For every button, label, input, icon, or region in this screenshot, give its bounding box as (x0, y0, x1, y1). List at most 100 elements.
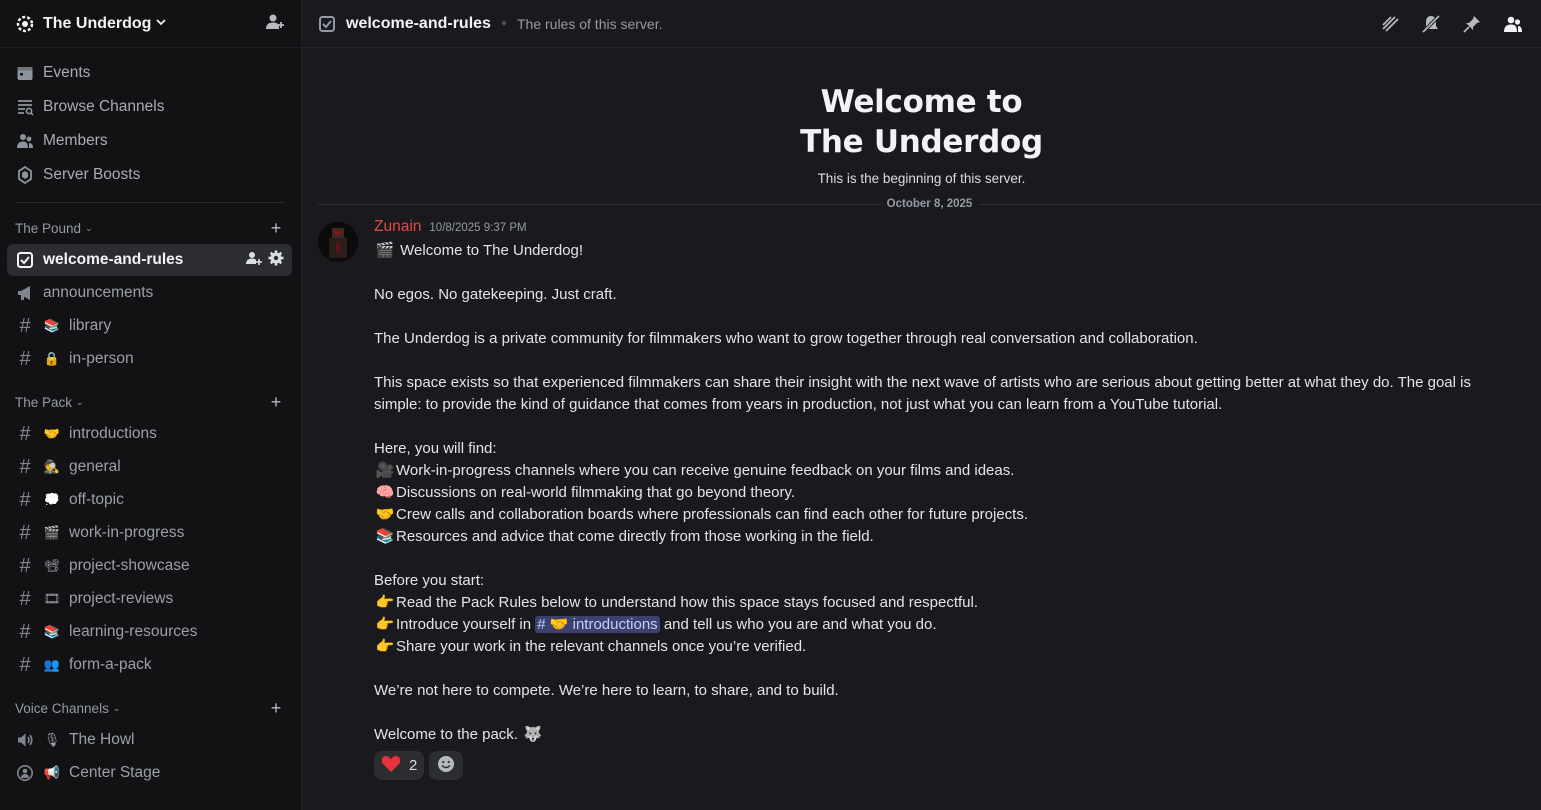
channel-label: learning-resources (69, 623, 198, 640)
nav-browse-channels[interactable]: Browse Channels (0, 90, 301, 124)
channel-form-a-pack[interactable]: # 👥 form-a-pack (7, 649, 292, 681)
message-text: We’re not here to compete. We’re here to… (374, 682, 839, 699)
lock-emoji-icon: 🔒 (43, 351, 61, 366)
message-text: No egos. No gatekeeping. Just craft. (374, 286, 617, 303)
nav-label: Browse Channels (43, 98, 165, 115)
chevron-down-icon (155, 15, 167, 32)
channel-general[interactable]: # 🕵 general (7, 451, 292, 483)
heart-icon (381, 755, 401, 777)
notification-muted-icon[interactable] (1419, 12, 1443, 36)
speaker-icon (15, 730, 35, 750)
message-text: simple: to provide the kind of guidance … (374, 396, 1223, 413)
nav-events[interactable]: Events (0, 56, 301, 90)
message-author[interactable]: Zunain (374, 218, 421, 236)
channel-learning-resources[interactable]: # 📚 learning-resources (7, 616, 292, 648)
channel-center-stage[interactable]: 📢 Center Stage (7, 757, 292, 789)
channel-label: general (69, 458, 121, 475)
category-the-pound[interactable]: The Pound ⌄ + (0, 213, 301, 243)
message-text: The Underdog is a private community for … (374, 330, 1198, 347)
pointing-emoji-icon: 👉 (375, 594, 395, 611)
nav-label: Members (43, 132, 108, 149)
loudspeaker-emoji-icon: 📢 (43, 765, 61, 780)
hash-icon: # (19, 588, 31, 610)
sidebar-divider (16, 202, 285, 203)
channel-topic[interactable]: The rules of this server. (517, 16, 663, 32)
thought-bubble-emoji-icon: 💭 (43, 492, 61, 507)
channel-off-topic[interactable]: # 💭 off-topic (7, 484, 292, 516)
add-channel-icon[interactable]: + (266, 699, 286, 717)
brain-emoji-icon: 🧠 (375, 484, 395, 501)
list-item: 🎥 Work-in-progress channels where you can… (374, 460, 1511, 482)
list-item-text: Resources and advice that come directly … (396, 528, 874, 545)
hash-icon: # (19, 522, 31, 544)
channel-label: welcome-and-rules (43, 251, 184, 268)
category-voice-channels[interactable]: Voice Channels ⌄ + (0, 693, 301, 723)
add-channel-icon[interactable]: + (266, 219, 286, 237)
list-item: 🧠 Discussions on real-world filmmaking th… (374, 482, 1511, 504)
channel-label: off-topic (69, 491, 124, 508)
channel-title: welcome-and-rules (346, 14, 491, 32)
message: Zunain 10/8/2025 9:37 PM 🎬 Welcome to Th… (302, 218, 1541, 780)
megaphone-icon (15, 283, 35, 303)
books-emoji-icon: 📚 (43, 318, 61, 333)
projector-emoji-icon: 📽 (43, 558, 61, 573)
channel-the-howl[interactable]: 🎙 The Howl (7, 724, 292, 756)
server-header[interactable]: The Underdog (0, 0, 301, 48)
welcome-section: Welcome to The Underdog This is the begi… (302, 48, 1541, 186)
nav-label: Server Boosts (43, 166, 141, 183)
microphone-emoji-icon: 🎙 (43, 732, 61, 747)
channel-label: introductions (69, 425, 157, 442)
add-reaction-button[interactable] (429, 751, 464, 780)
channel-label: announcements (43, 284, 154, 301)
boost-icon (15, 165, 35, 185)
channel-label: The Howl (69, 731, 135, 748)
rules-icon (318, 15, 336, 33)
invite-people-icon[interactable] (265, 12, 285, 36)
list-item: 👉 Introduce yourself in # 🤝 introductions… (374, 614, 1511, 636)
channel-project-showcase[interactable]: # 📽 project-showcase (7, 550, 292, 582)
threads-icon[interactable] (1378, 12, 1402, 36)
channel-label: project-showcase (69, 557, 190, 574)
channel-welcome-and-rules[interactable]: welcome-and-rules (7, 244, 292, 276)
member-list-icon[interactable] (1501, 12, 1525, 36)
add-channel-icon[interactable]: + (266, 393, 286, 411)
hash-icon: # (19, 456, 31, 478)
channel-mention-introductions[interactable]: # 🤝 introductions (535, 616, 660, 633)
channel-work-in-progress[interactable]: # 🎬 work-in-progress (7, 517, 292, 549)
message-line: Welcome to the pack. 🐺 (374, 724, 1511, 746)
channel-label: project-reviews (69, 590, 174, 607)
reaction-heart[interactable]: 2 (374, 751, 425, 780)
message-line: 🎬 Welcome to The Underdog! (374, 240, 1511, 262)
welcome-title: Welcome to The Underdog (302, 82, 1541, 162)
channel-in-person[interactable]: # 🔒 in-person (7, 343, 292, 375)
reactions: 2 (374, 751, 1511, 780)
create-invite-icon[interactable] (246, 250, 262, 271)
chevron-down-icon: ⌄ (112, 702, 121, 713)
date-divider: October 8, 2025 (318, 196, 1541, 212)
separator-dot: ● (500, 18, 507, 29)
gear-icon[interactable] (268, 250, 284, 271)
hash-icon: # (19, 315, 31, 337)
category-the-pack[interactable]: The Pack ⌄ + (0, 387, 301, 417)
channel-project-reviews[interactable]: # 🎞 project-reviews (7, 583, 292, 615)
nav-server-boosts[interactable]: Server Boosts (0, 158, 301, 192)
server-name: The Underdog (43, 14, 152, 32)
chevron-down-icon: ⌄ (85, 222, 93, 233)
hash-icon: # (19, 423, 31, 445)
members-icon (15, 131, 35, 151)
avatar[interactable] (318, 222, 358, 262)
books-emoji-icon: 📚 (43, 624, 61, 639)
channel-introductions[interactable]: # 🤝 introductions (7, 418, 292, 450)
pin-icon[interactable] (1460, 12, 1484, 36)
stage-icon (15, 763, 35, 783)
hash-icon: # (19, 348, 31, 370)
people-emoji-icon: 👥 (43, 657, 61, 672)
list-item-text: and tell us who you are and what you do. (663, 616, 937, 633)
nav-members[interactable]: Members (0, 124, 301, 158)
reaction-count: 2 (409, 757, 418, 774)
list-item: 👉 Share your work in the relevant channel… (374, 636, 1511, 658)
chevron-down-icon: ⌄ (76, 396, 84, 407)
channel-announcements[interactable]: announcements (7, 277, 292, 309)
message-pane: Welcome to The Underdog This is the begi… (302, 48, 1541, 810)
channel-library[interactable]: # 📚 library (7, 310, 292, 342)
